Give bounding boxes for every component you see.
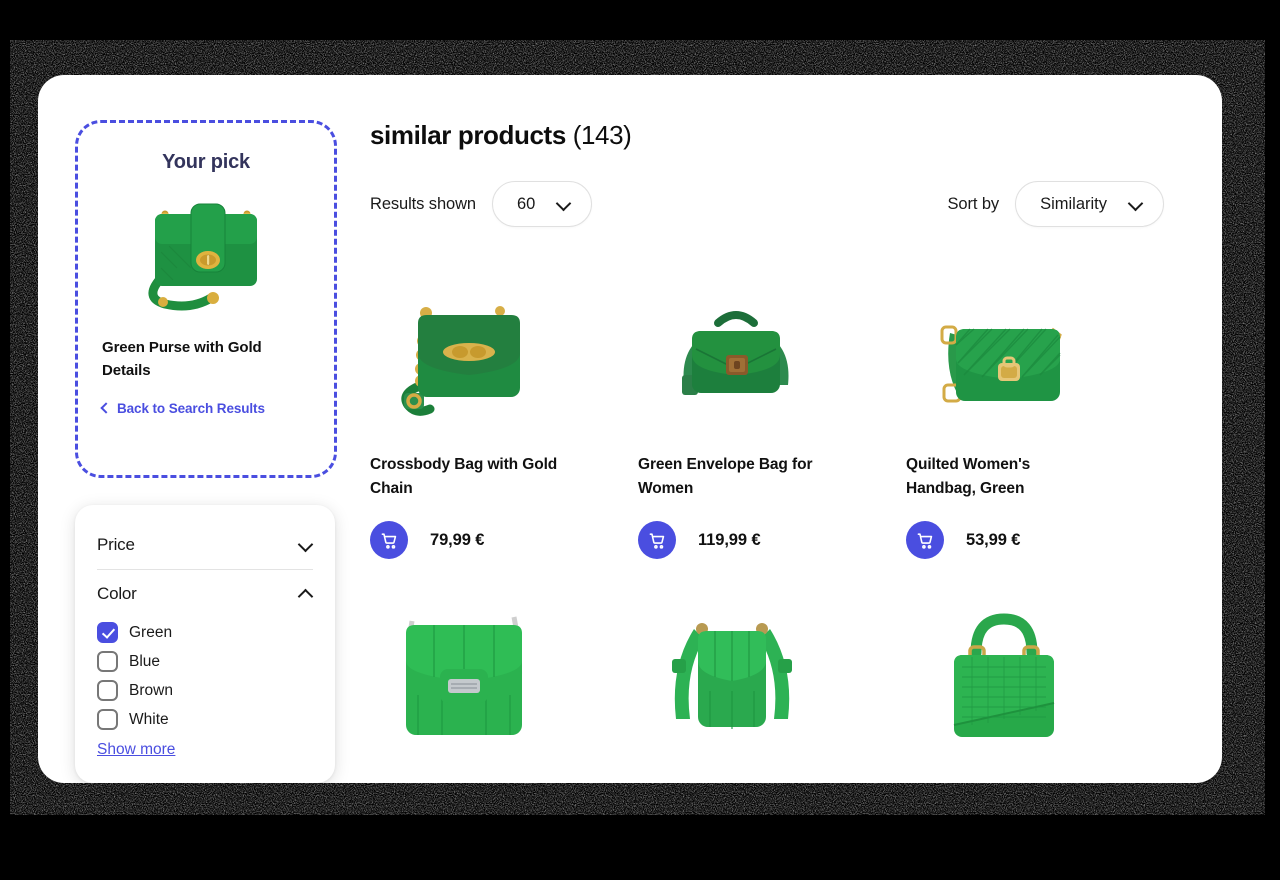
add-to-cart-button[interactable] [906,521,944,560]
product-price: 79,99 € [430,530,485,549]
product-image [906,269,1164,429]
page-title-strong: similar products [370,120,566,150]
checkbox-brown[interactable] [97,680,118,701]
filter-color-label: Color [97,584,137,603]
product-price: 119,99 € [698,530,761,549]
sort-by-label: Sort by [947,194,1000,213]
left-sidebar: Your pick Green Purse with Gold Details … [75,120,337,478]
product-card[interactable]: Crossbody Bag with Gold Chain 79,99 € [370,269,628,560]
checkbox-blue[interactable] [97,651,118,672]
main-content: similar products (143) Results shown 60 … [370,120,1198,738]
product-buy-row: 79,99 € [370,521,628,560]
chevron-up-icon [299,587,313,601]
filter-price-label: Price [97,535,135,554]
product-card[interactable] [906,607,1164,738]
your-pick-heading: Your pick [162,151,250,173]
color-option-label: Brown [129,681,173,699]
chevron-left-icon [100,401,112,414]
product-card[interactable] [638,607,896,737]
filters-panel: Price Color Green Blue Brown White Show … [75,505,335,783]
sort-by-value: Similarity [1040,194,1107,213]
your-pick-card: Your pick Green Purse with Gold Details … [75,120,337,478]
sort-by-group: Sort by Similarity [947,181,1164,227]
app-window: Your pick Green Purse with Gold Details … [38,75,1222,783]
product-title: Quilted Women's Handbag, Green [906,456,1031,498]
checkbox-white[interactable] [97,709,118,730]
results-shown-label: Results shown [370,194,476,213]
add-to-cart-button[interactable] [370,521,408,560]
results-shown-group: Results shown 60 [370,181,593,227]
product-title: Crossbody Bag with Gold Chain [370,456,558,498]
color-option-white[interactable]: White [97,705,313,734]
color-option-label: White [129,710,169,728]
results-shown-dropdown[interactable]: 60 [492,181,593,227]
filter-divider [97,569,313,570]
product-price: 53,99 € [966,530,1021,549]
product-buy-row: 53,99 € [906,521,1164,560]
your-pick-product-title: Green Purse with Gold Details [102,339,262,380]
show-more-link[interactable]: Show more [97,741,313,759]
shopping-cart-icon [381,532,396,549]
product-card[interactable]: Green Envelope Bag for Women 119,99 € [638,269,896,560]
filter-section-color[interactable]: Color [97,576,313,618]
filter-section-price[interactable]: Price [97,527,313,569]
shopping-cart-icon [917,532,932,549]
color-option-blue[interactable]: Blue [97,647,313,676]
product-title: Green Envelope Bag for Women [638,456,813,498]
screen: Your pick Green Purse with Gold Details … [0,0,1280,880]
product-card[interactable]: Quilted Women's Handbag, Green 53,99 € [906,269,1164,560]
color-option-green[interactable]: Green [97,618,313,647]
your-pick-image [78,188,334,326]
back-to-search-results-link[interactable]: Back to Search Results [100,400,334,416]
product-image [638,607,896,737]
checkbox-green[interactable] [97,622,118,643]
product-grid-row-2 [370,607,1198,738]
color-option-label: Blue [129,652,161,670]
chevron-down-icon [1129,197,1143,211]
back-link-label: Back to Search Results [117,400,265,416]
results-toolbar: Results shown 60 Sort by Similarity [370,181,1198,227]
add-to-cart-button[interactable] [638,521,676,560]
color-option-label: Green [129,623,173,641]
product-image [906,607,1164,738]
sort-by-dropdown[interactable]: Similarity [1015,181,1164,227]
chevron-down-icon [557,197,571,211]
product-image [370,607,628,737]
results-shown-value: 60 [517,194,536,213]
page-title: similar products (143) [370,120,1198,151]
color-option-brown[interactable]: Brown [97,676,313,705]
product-image [370,269,628,429]
page-title-count: (143) [572,120,632,150]
product-card[interactable] [370,607,628,737]
chevron-down-icon [299,538,313,552]
product-grid: Crossbody Bag with Gold Chain 79,99 € Gr… [370,269,1198,560]
shopping-cart-icon [649,532,664,549]
product-buy-row: 119,99 € [638,521,896,560]
product-image [638,269,896,429]
